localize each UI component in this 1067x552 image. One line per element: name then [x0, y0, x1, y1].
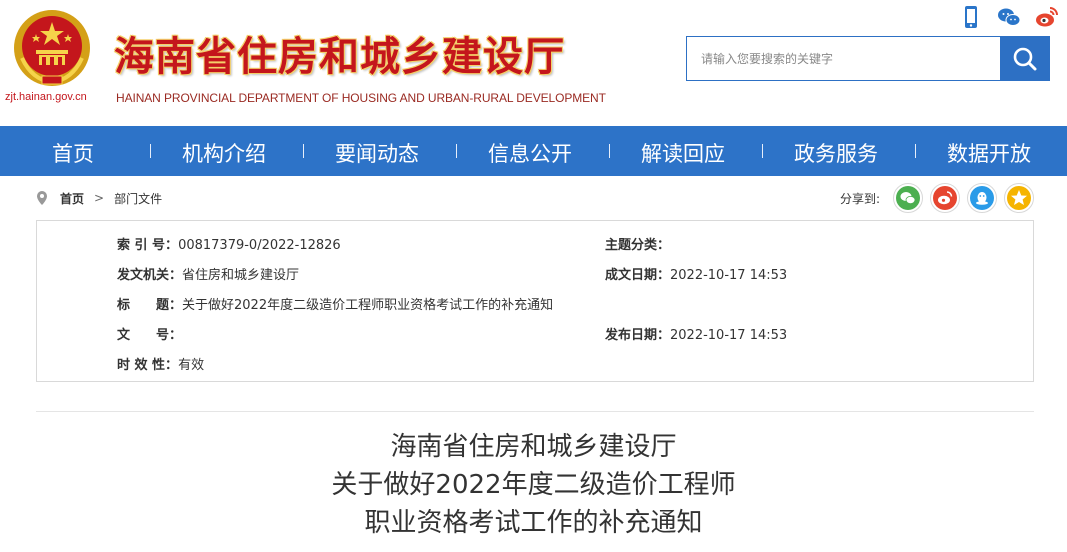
document-info-panel: 索 引 号：00817379-0/2022-12826 主题分类： 发文机关：省… [36, 220, 1034, 382]
nav-separator [456, 144, 457, 158]
breadcrumb-current[interactable]: 部门文件 [114, 190, 162, 207]
info-topic-label: 主题分类： [605, 238, 671, 253]
search-icon [1013, 47, 1037, 70]
share-weibo-button[interactable] [930, 183, 961, 213]
info-topic: 主题分类： [605, 234, 670, 253]
search-button[interactable] [1000, 36, 1050, 81]
info-title-label: 标 题： [117, 298, 183, 313]
document-title-line-1: 海南省住房和城乡建设厅 [390, 432, 677, 462]
info-index: 索 引 号：00817379-0/2022-12826 [117, 234, 341, 253]
breadcrumb-home[interactable]: 首页 [60, 190, 84, 207]
info-docno: 文 号： [117, 324, 182, 343]
qzone-star-icon [1007, 186, 1032, 210]
breadcrumb: 首页 > 部门文件 [36, 186, 162, 210]
document-title: 海南省住房和城乡建设厅 关于做好2022年度二级造价工程师 职业资格考试工作的补… [0, 428, 1067, 542]
info-created-value: 2022-10-17 14:53 [670, 268, 788, 283]
info-published-value: 2022-10-17 14:53 [670, 328, 788, 343]
nav-item-open-data[interactable]: 数据开放 [947, 138, 1031, 168]
main-nav: 首页 机构介绍 要闻动态 信息公开 解读回应 政务服务 数据开放 [0, 126, 1067, 176]
document-title-line-3: 职业资格考试工作的补充通知 [364, 508, 703, 538]
nav-separator [915, 144, 916, 158]
location-pin-icon [37, 191, 47, 205]
nav-item-about[interactable]: 机构介绍 [182, 138, 266, 168]
info-created-label: 成文日期： [605, 268, 671, 283]
top-icon-bar [958, 4, 1060, 30]
nav-separator [609, 144, 610, 158]
nav-separator [303, 144, 304, 158]
national-emblem-icon[interactable] [12, 8, 92, 88]
site-subtitle: HAINAN PROVINCIAL DEPARTMENT OF HOUSING … [116, 91, 606, 105]
wechat-icon[interactable] [996, 4, 1022, 30]
mobile-phone-icon[interactable] [958, 4, 984, 30]
share-qq-button[interactable] [967, 183, 998, 213]
breadcrumb-separator: > [94, 191, 105, 205]
weibo-icon [933, 186, 958, 210]
info-created: 成文日期：2022-10-17 14:53 [605, 264, 787, 283]
search-box [686, 36, 1050, 81]
site-domain: zjt.hainan.gov.cn [5, 91, 87, 103]
share-label: 分享到: [840, 191, 881, 206]
info-title-value: 关于做好2022年度二级造价工程师职业资格考试工作的补充通知 [182, 298, 554, 313]
nav-item-home[interactable]: 首页 [52, 138, 94, 168]
info-issuer-value: 省住房和城乡建设厅 [182, 268, 300, 283]
qq-icon [970, 186, 995, 210]
nav-item-interpretation[interactable]: 解读回应 [641, 138, 725, 168]
info-issuer: 发文机关：省住房和城乡建设厅 [117, 264, 299, 283]
info-published: 发布日期：2022-10-17 14:53 [605, 324, 787, 343]
nav-item-news[interactable]: 要闻动态 [335, 138, 419, 168]
info-validity: 时 效 性：有效 [117, 354, 204, 373]
wechat-icon [896, 186, 921, 210]
site-header: zjt.hainan.gov.cn 海南省住房和城乡建设厅 HAINAN PRO… [0, 0, 1067, 126]
info-index-label: 索 引 号： [117, 238, 179, 253]
info-validity-value: 有效 [178, 358, 205, 373]
info-docno-label: 文 号： [117, 328, 183, 343]
share-wechat-button[interactable] [893, 183, 924, 213]
info-published-label: 发布日期： [605, 328, 671, 343]
nav-separator [762, 144, 763, 158]
document-title-line-2: 关于做好2022年度二级造价工程师 [331, 470, 736, 500]
info-validity-label: 时 效 性： [117, 358, 179, 373]
nav-item-disclosure[interactable]: 信息公开 [488, 138, 572, 168]
nav-item-services[interactable]: 政务服务 [794, 138, 878, 168]
nav-separator [150, 144, 151, 158]
share-qzone-button[interactable] [1004, 183, 1035, 213]
info-title: 标 题：关于做好2022年度二级造价工程师职业资格考试工作的补充通知 [117, 294, 553, 313]
content-divider [36, 411, 1034, 412]
info-index-value: 00817379-0/2022-12826 [178, 238, 341, 253]
weibo-icon[interactable] [1034, 4, 1060, 30]
share-bar: 分享到: [840, 183, 1035, 213]
site-title[interactable]: 海南省住房和城乡建设厅 [114, 24, 565, 82]
search-input[interactable] [686, 36, 1000, 81]
info-issuer-label: 发文机关： [117, 268, 183, 283]
